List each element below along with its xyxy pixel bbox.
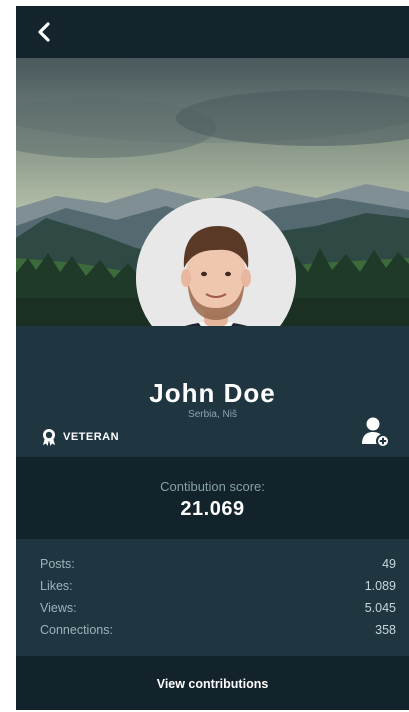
stat-value: 1.089 [364,579,396,593]
badge-label: VETERAN [63,431,120,443]
stat-label: Likes: [40,579,73,593]
back-button[interactable] [34,18,60,46]
view-contributions-label: View contributions [156,677,269,691]
add-user-button[interactable] [361,416,391,448]
stat-label: Posts: [40,557,75,571]
add-user-icon [362,417,390,448]
stat-value: 5.045 [364,601,396,615]
award-ribbon-icon [43,429,55,446]
profile-screen: John Doe Serbia, Niš VETERAN Contibution… [16,6,409,710]
top-bar [16,6,409,58]
stat-value: 49 [382,557,396,571]
stats-list: Posts: 49 Likes: 1.089 Views: 5.045 Conn… [16,539,409,656]
view-contributions-button[interactable]: View contributions [16,656,409,710]
stat-row-likes: Likes: 1.089 [40,579,396,599]
profile-info: John Doe Serbia, Niš VETERAN [16,326,409,457]
stat-label: Views: [40,601,77,615]
stat-row-posts: Posts: 49 [40,557,396,577]
veteran-badge: VETERAN [40,428,119,446]
profile-name: John Doe [149,378,276,408]
stat-row-connections: Connections: 358 [40,623,396,643]
chevron-left-icon [38,22,50,42]
score-value: 21.069 [180,498,245,520]
profile-location: Serbia, Niš [188,409,237,420]
contribution-score-panel: Contibution score: 21.069 [16,457,409,539]
stat-value: 358 [375,623,396,637]
stat-label: Connections: [40,623,113,637]
score-label: Contibution score: [160,479,265,494]
stat-row-views: Views: 5.045 [40,601,396,621]
